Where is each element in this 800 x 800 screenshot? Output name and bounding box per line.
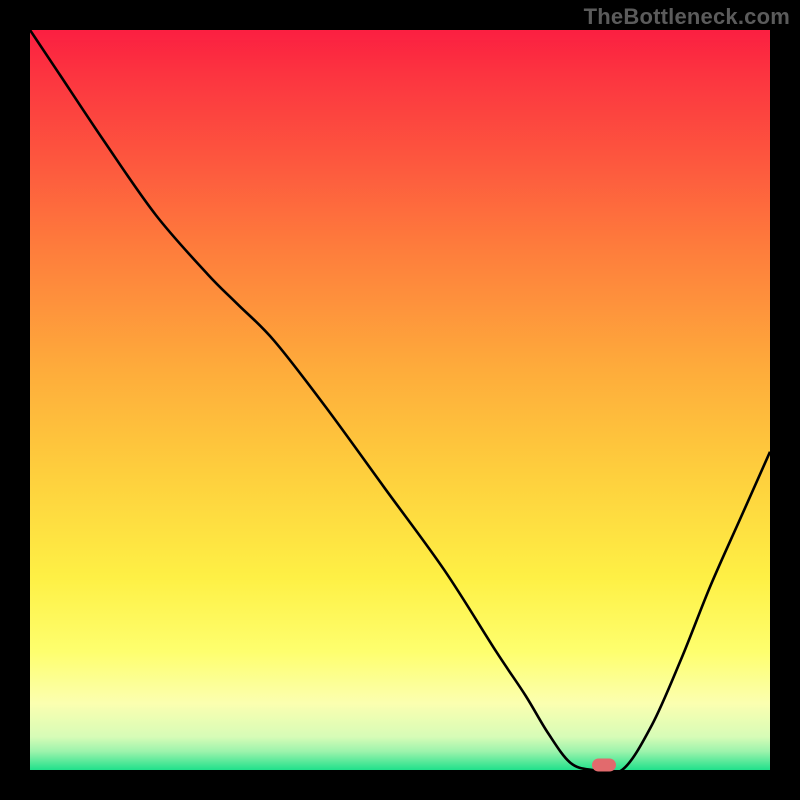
watermark-text: TheBottleneck.com [584, 4, 790, 30]
plot-area [30, 30, 770, 770]
chart-frame: TheBottleneck.com [0, 0, 800, 800]
plot-background-gradient [30, 30, 770, 770]
